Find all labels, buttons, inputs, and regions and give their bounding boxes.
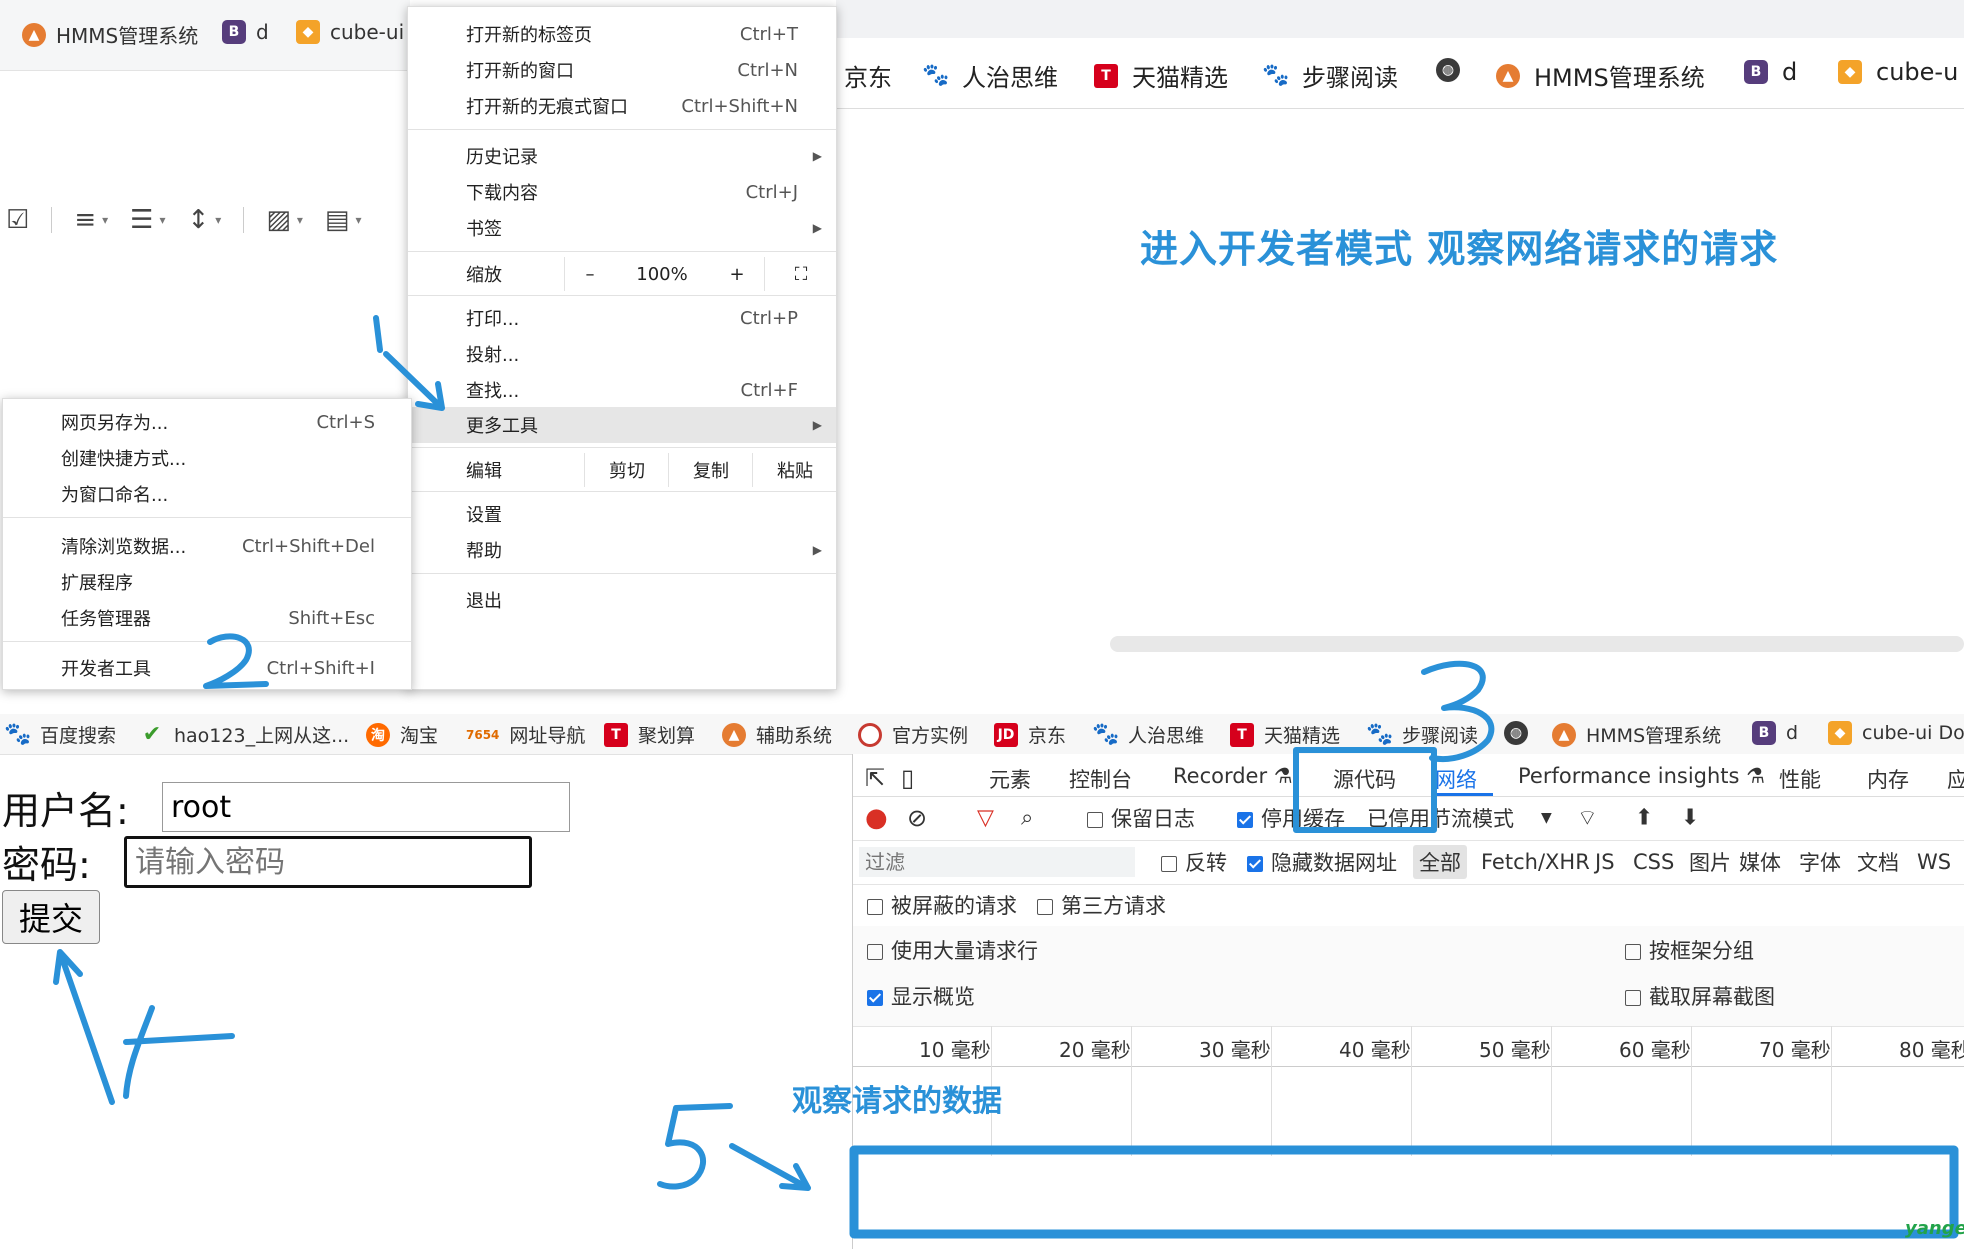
step1-stroke — [373, 315, 383, 353]
request-data-highlight — [849, 1145, 1959, 1239]
step4-arrow — [53, 949, 115, 1105]
watermark: yangeit — [1905, 1218, 1964, 1239]
annotation-layer — [53, 315, 1959, 1239]
step1-arrow — [383, 351, 445, 411]
step2-stroke — [203, 633, 269, 689]
step5-stroke — [657, 1103, 733, 1190]
sources-tab-highlight — [1293, 747, 1437, 833]
step5-arrow — [729, 1143, 811, 1191]
observe-request-annotation: 观察请求的数据 — [792, 1084, 1002, 1119]
step3-stroke — [1421, 660, 1495, 762]
step4-stroke — [123, 1005, 235, 1099]
